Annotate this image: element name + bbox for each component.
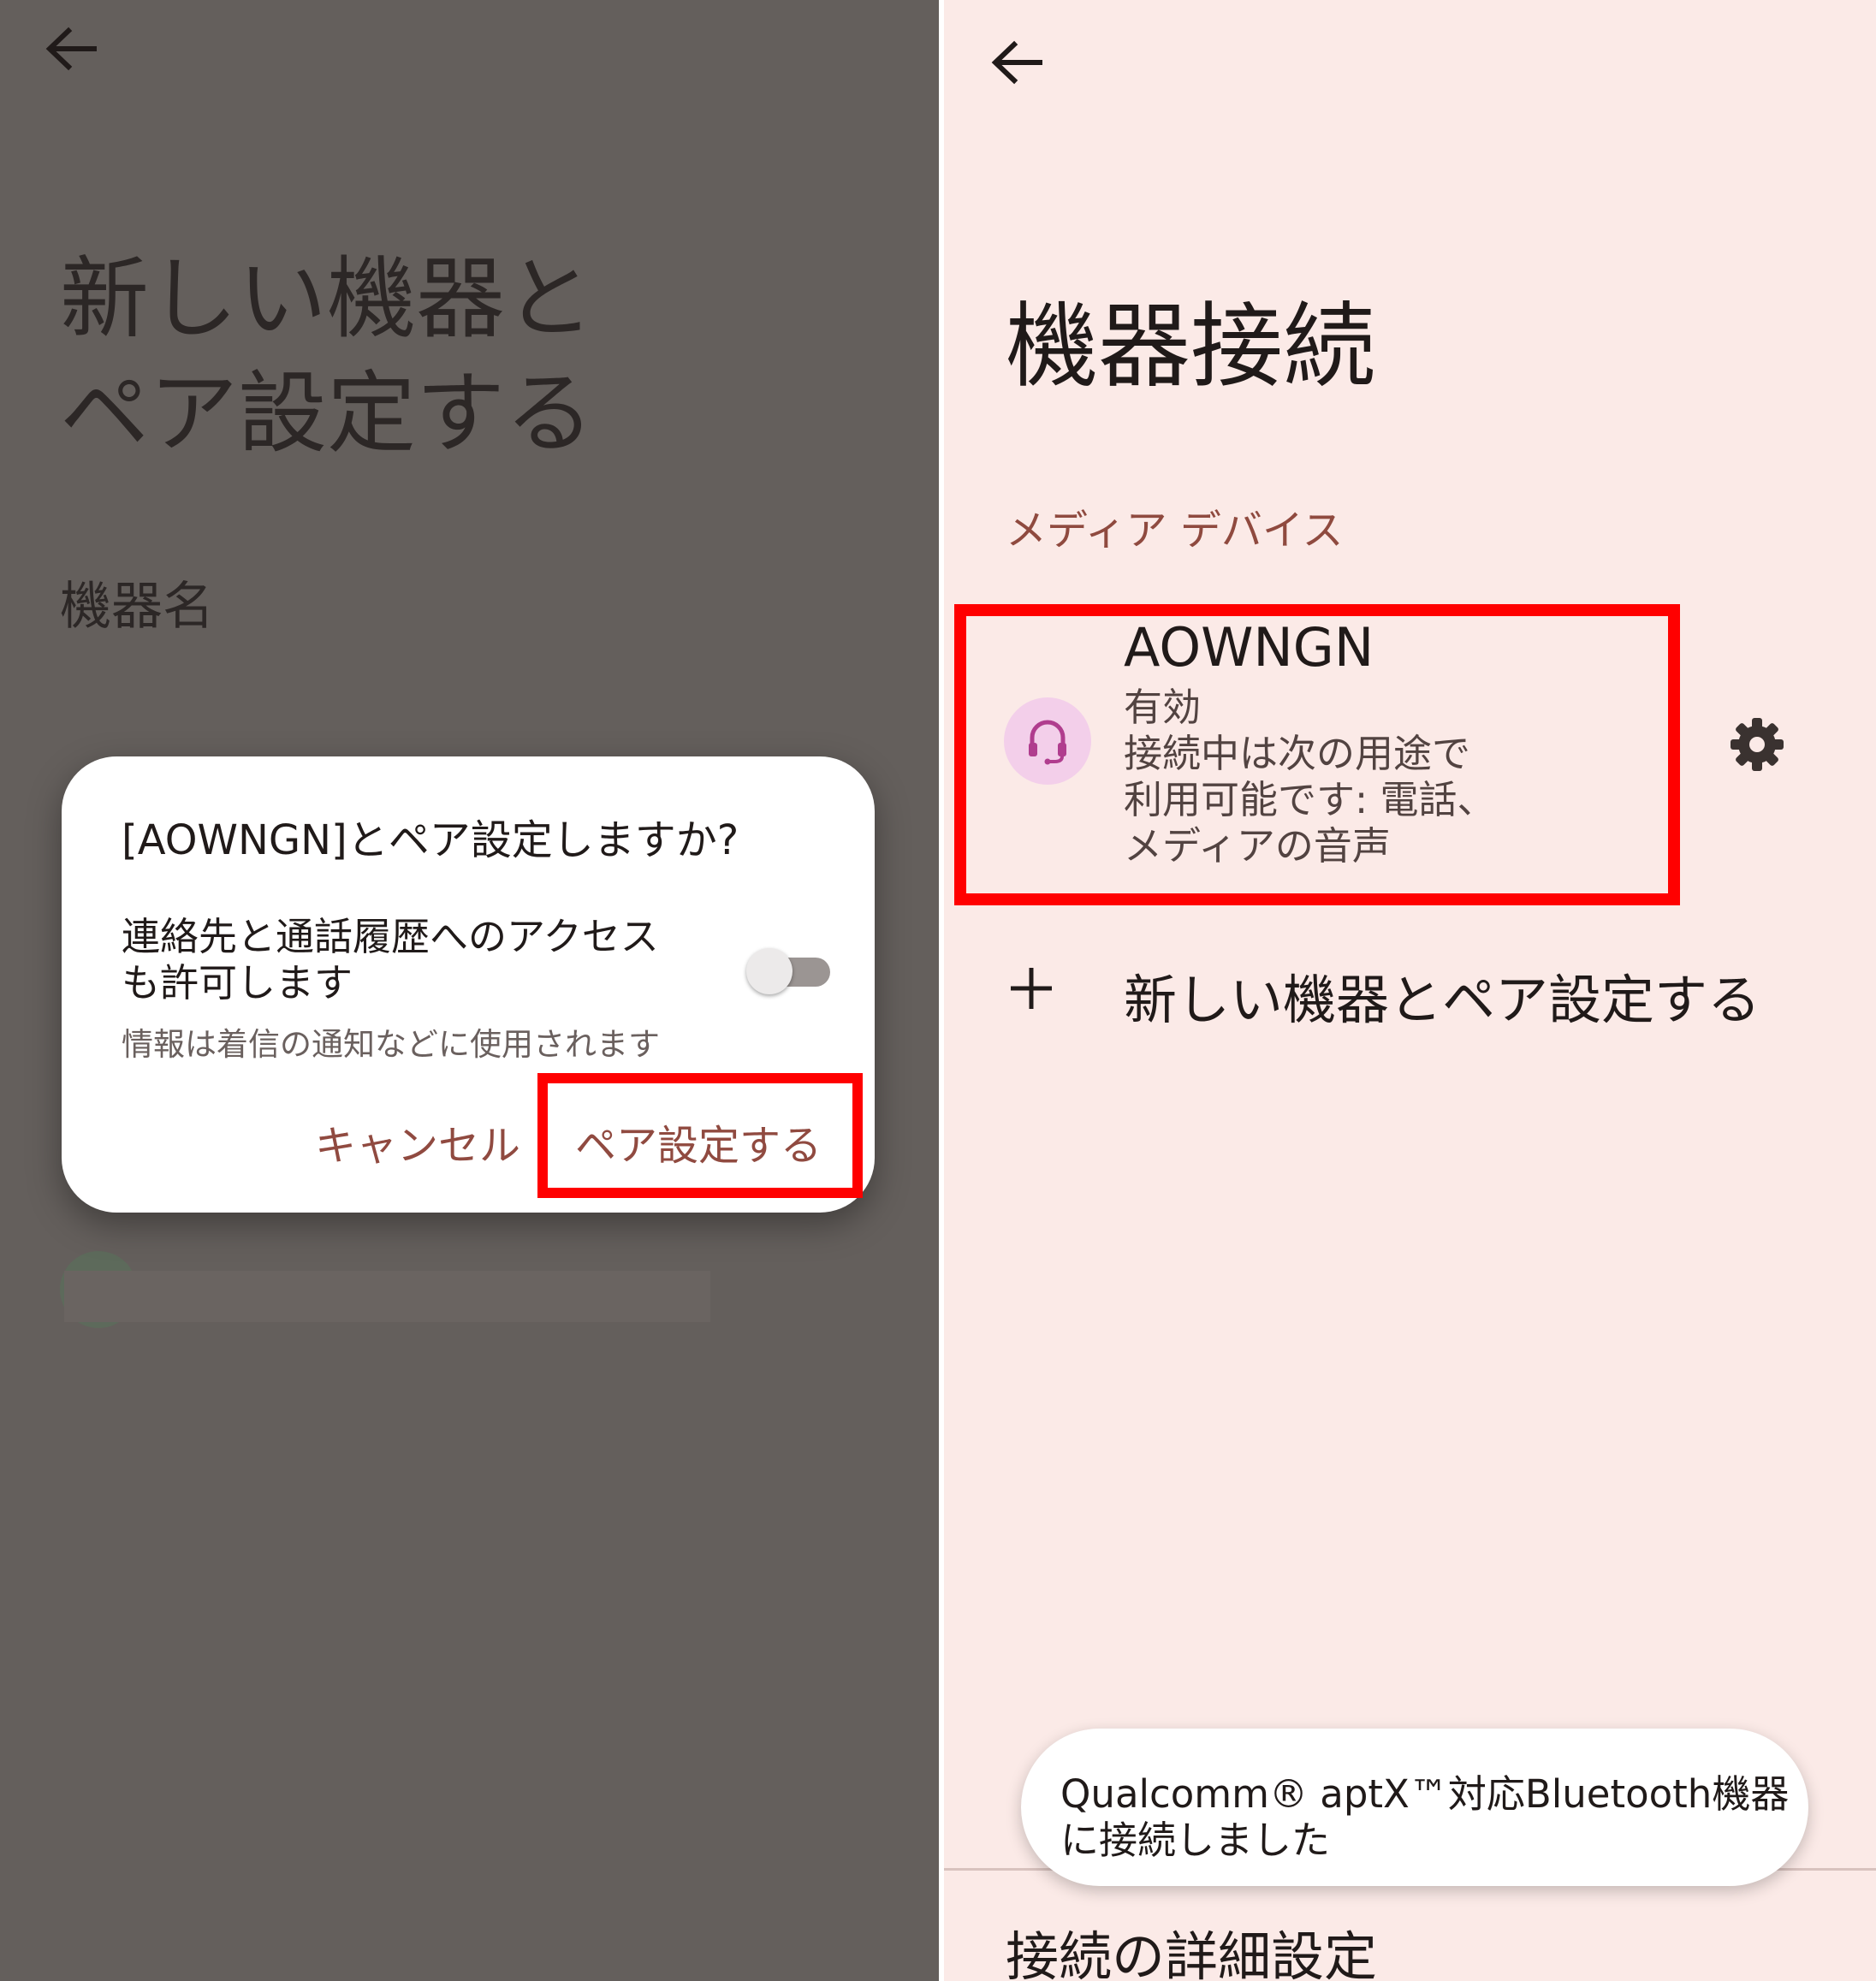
contacts-access-line2: も許可します	[122, 960, 353, 1005]
back-arrow-icon[interactable]	[988, 38, 1047, 87]
section-header-media-devices: メディア デバイス	[1006, 507, 1344, 555]
pairing-dialog: [AOWNGN]とペア設定しますか? 連絡先と通話履歴へのアクセス も許可します…	[62, 756, 875, 1213]
page-title: 機器接続	[1006, 294, 1376, 400]
page-title: 新しい機器と ペア設定する	[60, 241, 830, 471]
toast-line2: に接続しました	[1060, 1818, 1331, 1863]
toggle-thumb	[746, 948, 793, 994]
pair-new-device-item[interactable]: 新しい機器とペア設定する	[1124, 957, 1760, 1034]
page-title-line2: ペア設定する	[60, 361, 595, 466]
contacts-access-line1: 連絡先と通話履歴へのアクセス	[122, 914, 659, 959]
page-title-line1: 新しい機器と	[60, 246, 595, 351]
contacts-access-label: 連絡先と通話履歴へのアクセス も許可します	[122, 914, 721, 1006]
device-name-label: 機器名	[60, 577, 214, 637]
obscured-list-row	[64, 1271, 710, 1322]
device-highlight	[954, 604, 1680, 905]
gear-icon[interactable]	[1727, 715, 1787, 774]
plus-icon[interactable]	[1006, 963, 1057, 1014]
back-arrow-icon[interactable]	[43, 24, 101, 74]
contacts-access-toggle[interactable]	[746, 945, 832, 996]
left-panel: 新しい機器と ペア設定する 機器名 [AOWNGN]とペア設定しますか? 連絡先…	[0, 0, 939, 1981]
contacts-access-note: 情報は着信の通知などに使用されます	[122, 1026, 660, 1063]
right-panel: 機器接続 メディア デバイス AOWNGN 有効 接続中は次の用途で 利用可能で…	[944, 0, 1876, 1981]
pair-button-highlight	[537, 1073, 863, 1198]
connection-toast: Qualcomm® aptX™対応Bluetooth機器 に接続しました	[1021, 1729, 1808, 1886]
cancel-button[interactable]: キャンセル	[315, 1112, 520, 1171]
advanced-connection-settings-item[interactable]: 接続の詳細設定	[1006, 1913, 1377, 1981]
dialog-title: [AOWNGN]とペア設定しますか?	[122, 816, 739, 864]
